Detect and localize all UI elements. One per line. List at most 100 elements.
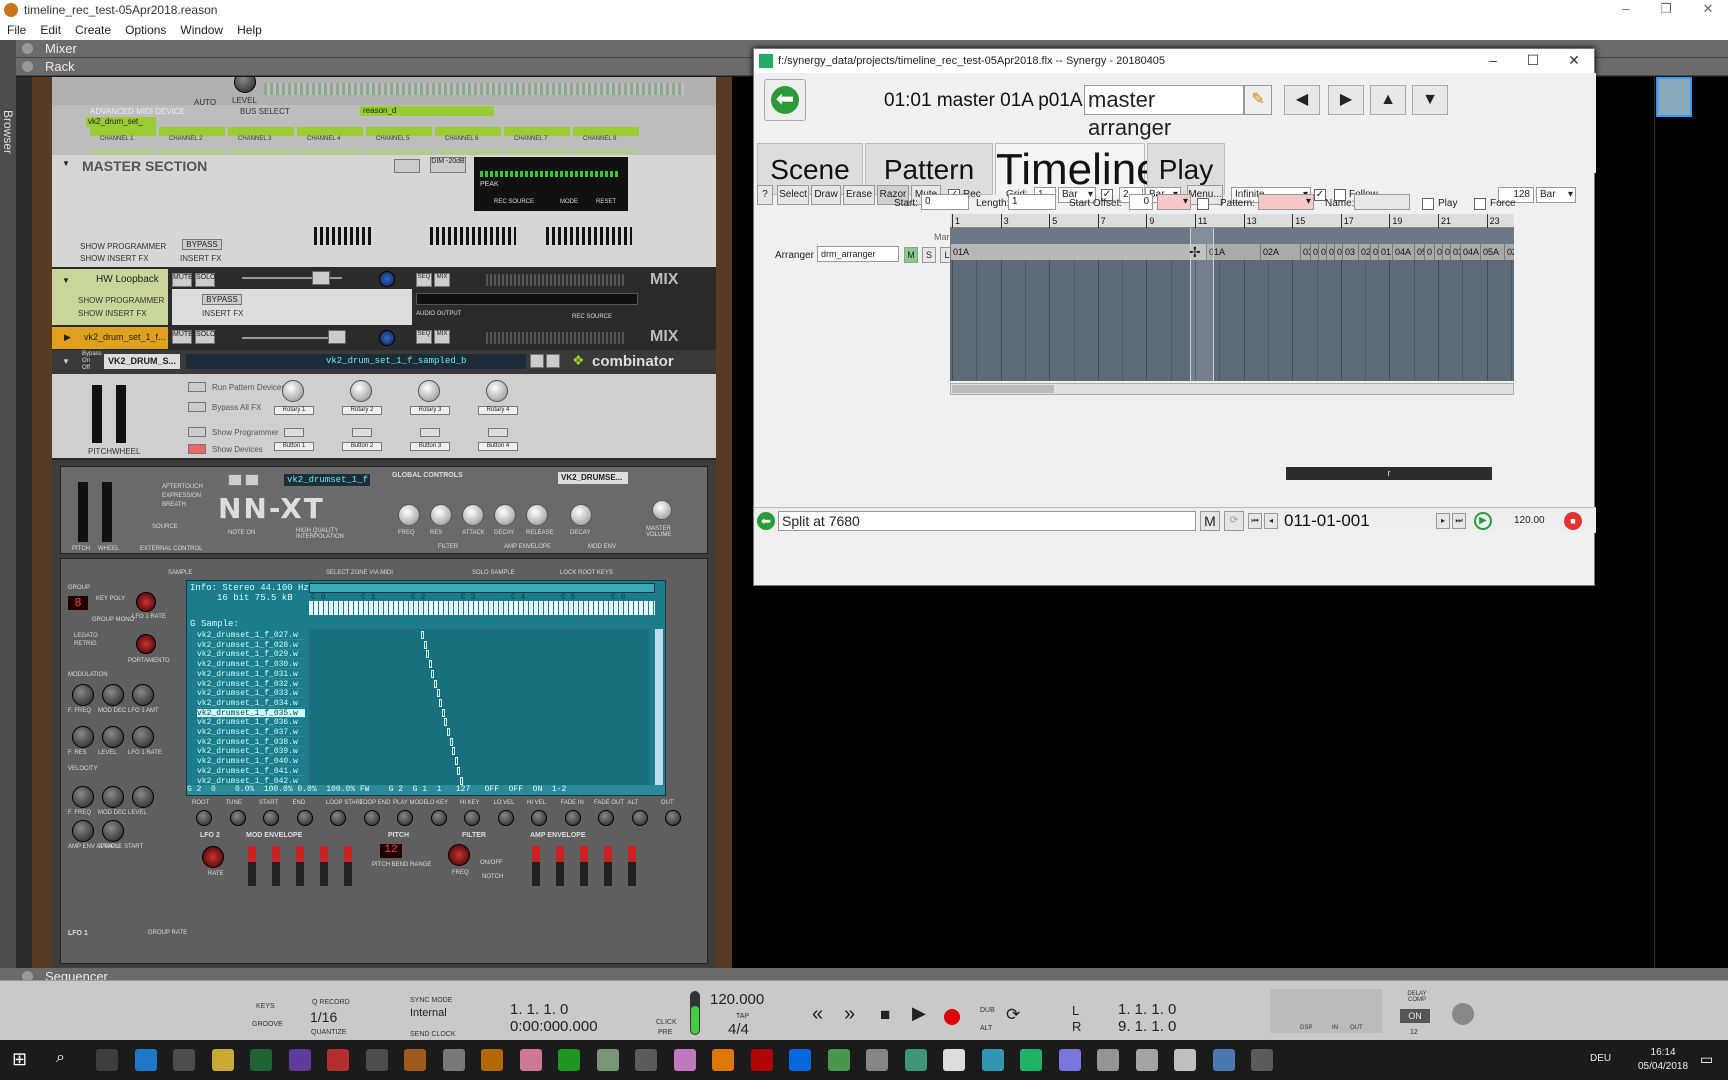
song-position-bars[interactable]: 1. 1. 1. 0: [510, 1001, 568, 1018]
arranger-clip[interactable]: 01A: [1206, 244, 1260, 260]
channel-1-display[interactable]: vk2_drum_set_: [86, 117, 156, 127]
combinator-button[interactable]: [488, 428, 508, 437]
mod-knob[interactable]: [102, 684, 124, 706]
taskbar-app-icon[interactable]: [558, 1049, 580, 1071]
master-graph-icon[interactable]: [394, 159, 420, 173]
delay-comp-toggle[interactable]: ON: [1400, 1009, 1430, 1023]
marker-row[interactable]: [950, 228, 1514, 244]
patch-nav-icon[interactable]: [228, 474, 242, 486]
time-signature[interactable]: 4/4: [728, 1021, 749, 1038]
mod-knob[interactable]: [132, 726, 154, 748]
sample-row[interactable]: vk2_drumset_1_f_036.w: [197, 718, 305, 728]
show-programmer-label[interactable]: SHOW PROGRAMMER: [78, 296, 164, 305]
loop-icon[interactable]: ⟳: [1006, 1005, 1020, 1025]
taskbar-app-icon[interactable]: [250, 1049, 272, 1071]
windows-start-icon[interactable]: ⊞: [12, 1049, 27, 1070]
lock-root-keys[interactable]: LOCK ROOT KEYS: [560, 570, 613, 576]
arranger-clip[interactable]: 0: [1424, 244, 1434, 260]
nav-right-icon[interactable]: ▶: [1328, 85, 1364, 115]
alt-button[interactable]: ALT: [980, 1025, 992, 1032]
show-programmer-toggle[interactable]: [188, 427, 206, 437]
mod-knob[interactable]: [72, 786, 94, 808]
taskbar-app-icon[interactable]: [1135, 1049, 1158, 1071]
sample-row[interactable]: vk2_drumset_1_f_032.w: [197, 680, 305, 689]
sample-zone[interactable]: [449, 737, 453, 746]
aftertouch-option[interactable]: AFTERTOUCH: [162, 484, 203, 490]
mod-env-slider[interactable]: [272, 846, 280, 886]
lfo1-rate-knob[interactable]: [136, 592, 156, 612]
level-fader[interactable]: [312, 271, 330, 285]
name-input[interactable]: [1354, 194, 1410, 210]
amp-env-slider[interactable]: [580, 846, 588, 886]
bypass-button[interactable]: BYPASS: [182, 239, 222, 250]
language-indicator[interactable]: DEU: [1590, 1053, 1611, 1064]
arranger-track-row[interactable]: 01A01A02A03/00000302040104A050000304A05A…: [950, 244, 1514, 260]
goto-start-icon[interactable]: ⏮: [1248, 513, 1262, 529]
global-knob[interactable]: [398, 504, 420, 526]
nnxt-name-tag[interactable]: VK2_DRUMSE...: [558, 472, 628, 484]
mod-env-slider[interactable]: [320, 846, 328, 886]
menu-edit[interactable]: Edit: [33, 23, 68, 37]
taskbar-app-icon[interactable]: [904, 1049, 927, 1071]
channel-slot[interactable]: [366, 127, 432, 136]
arranger-track-name[interactable]: drm_arranger: [817, 246, 899, 262]
offset-color-select[interactable]: [1157, 194, 1191, 210]
breath-option[interactable]: BREATH: [162, 502, 186, 508]
nnxt-patch-display[interactable]: vk2_drumset_1_f: [284, 474, 370, 486]
channel-slot[interactable]: [435, 127, 501, 136]
channel-slot[interactable]: [159, 127, 225, 136]
timeline-hscrollbar[interactable]: [950, 383, 1514, 395]
taskbar-app-icon[interactable]: [827, 1049, 850, 1071]
notifications-icon[interactable]: ▭: [1700, 1051, 1713, 1068]
arranger-clip[interactable]: 05A: [1480, 244, 1504, 260]
portamento-knob[interactable]: [136, 634, 156, 654]
menu-create[interactable]: Create: [68, 23, 118, 37]
taskbar-app-icon[interactable]: [211, 1049, 234, 1071]
taskbar-app-icon[interactable]: [635, 1049, 657, 1071]
global-knob[interactable]: [570, 504, 592, 526]
sample-row[interactable]: vk2_drumset_1_f_028.w: [197, 641, 305, 650]
arranger-clip[interactable]: 03/: [1300, 244, 1310, 260]
menu-options[interactable]: Options: [118, 23, 173, 37]
level-fader[interactable]: [328, 330, 346, 344]
taskbar-app-icon[interactable]: [866, 1049, 888, 1071]
global-knob[interactable]: [494, 504, 516, 526]
arranger-clip[interactable]: 0: [1434, 244, 1442, 260]
fast-forward-icon[interactable]: »: [844, 1003, 855, 1026]
patch-browse-icon[interactable]: [546, 354, 560, 368]
sample-row[interactable]: vk2_drumset_1_f_035.w: [197, 708, 305, 718]
taskbar-app-icon[interactable]: [1212, 1049, 1235, 1071]
rotary-knob[interactable]: [282, 380, 304, 402]
track-solo-button[interactable]: S: [922, 247, 936, 263]
sample-row[interactable]: vk2_drumset_1_f_037.w: [197, 728, 305, 737]
global-knob[interactable]: [462, 504, 484, 526]
close-icon[interactable]: ✕: [1688, 0, 1728, 20]
erase-tool-button[interactable]: Erase: [843, 185, 875, 205]
collapse-icon[interactable]: ▼: [62, 357, 70, 366]
param-knob[interactable]: [397, 810, 413, 826]
sample-zone[interactable]: [457, 766, 461, 775]
mod-knob[interactable]: [72, 820, 94, 842]
status-back-icon[interactable]: ⬅: [757, 512, 775, 530]
patch-nav-icon[interactable]: [245, 474, 259, 486]
channel-slot[interactable]: [297, 127, 363, 136]
param-knob[interactable]: [464, 810, 480, 826]
select-zone-via-midi[interactable]: SELECT ZONE VIA MIDI: [326, 570, 393, 576]
goto-end-icon[interactable]: ⏭: [1452, 513, 1466, 529]
track-mute-button[interactable]: M: [904, 247, 918, 263]
start-input[interactable]: 0: [921, 194, 969, 210]
taskbar-app-icon[interactable]: [1097, 1049, 1119, 1071]
left-locator-value[interactable]: 1. 1. 1. 0: [1118, 1001, 1176, 1018]
sample-zone[interactable]: [460, 776, 463, 785]
synergy-maximize-icon[interactable]: ☐: [1513, 49, 1553, 73]
audio-output-select[interactable]: [416, 293, 638, 305]
taskbar-app-icon[interactable]: [943, 1049, 965, 1071]
mod-env-slider[interactable]: [248, 846, 256, 886]
rotary-knob[interactable]: [350, 380, 372, 402]
send-clock-label[interactable]: SEND CLOCK: [410, 1031, 456, 1038]
channel-slot[interactable]: [573, 127, 639, 136]
song-position-time[interactable]: 0:00:000.000: [510, 1018, 598, 1035]
arranger-clip[interactable]: 04A: [1460, 244, 1480, 260]
arranger-clip[interactable]: 0: [1318, 244, 1326, 260]
offset-checkbox[interactable]: [1197, 198, 1209, 210]
